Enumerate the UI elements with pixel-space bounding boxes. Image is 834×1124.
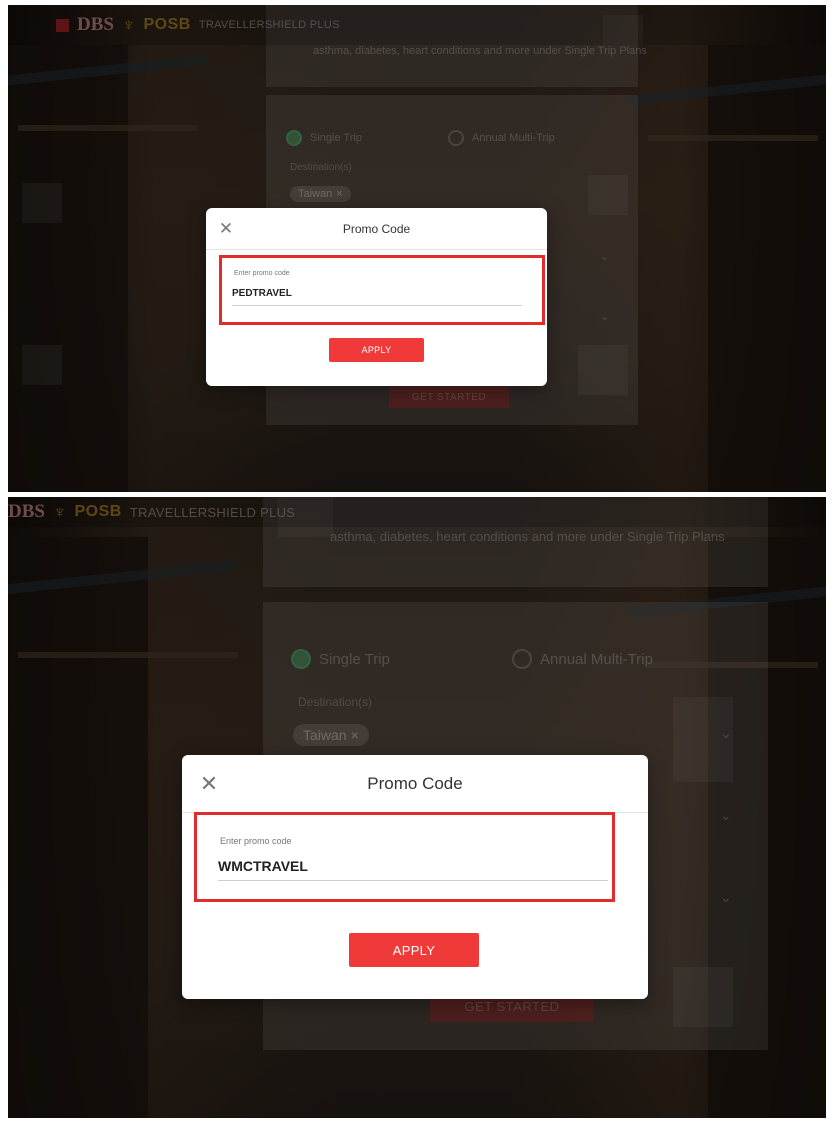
promo-input-label: Enter promo code [234, 270, 290, 277]
close-icon[interactable]: ✕ [182, 755, 236, 812]
promo-input-label: Enter promo code [220, 836, 292, 846]
promo-code-modal: ✕ Promo Code Enter promo code APPLY [206, 208, 547, 386]
modal-header: ✕ Promo Code [182, 755, 648, 813]
promo-code-modal: ✕ Promo Code Enter promo code APPLY [182, 755, 648, 999]
screenshot-bottom: asthma, diabetes, heart conditions and m… [8, 497, 826, 1118]
close-icon[interactable]: ✕ [206, 208, 246, 249]
promo-code-input[interactable] [232, 282, 522, 306]
apply-button[interactable]: APPLY [329, 338, 424, 362]
modal-title: Promo Code [342, 221, 411, 236]
modal-title: Promo Code [367, 773, 463, 793]
modal-header: ✕ Promo Code [206, 208, 547, 250]
screenshot-top: asthma, diabetes, heart conditions and m… [8, 5, 826, 492]
apply-button[interactable]: APPLY [349, 933, 479, 967]
promo-code-input[interactable] [218, 851, 608, 881]
